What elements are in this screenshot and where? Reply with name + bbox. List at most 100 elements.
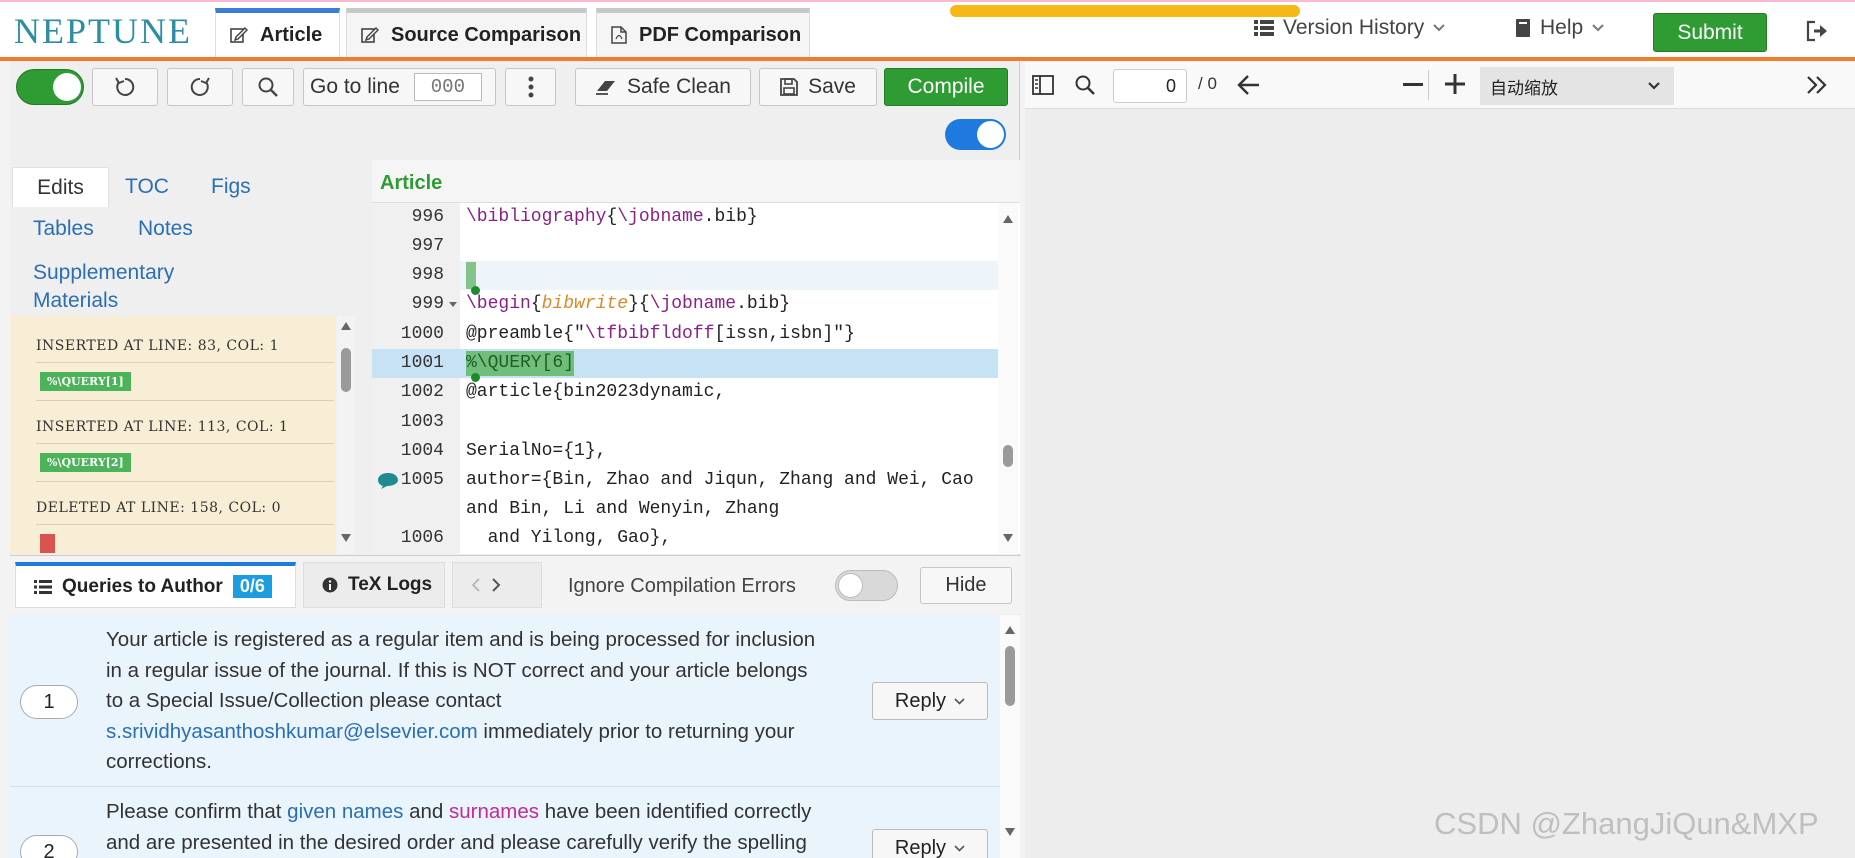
tab-supplementary-materials[interactable]: Supplementary Materials: [33, 259, 174, 315]
safe-clean-button[interactable]: Safe Clean: [575, 68, 751, 106]
arrow-left-icon[interactable]: [1237, 74, 1261, 96]
query-text: Please confirm that given names and surn…: [106, 797, 846, 858]
reply-button[interactable]: Reply: [872, 682, 988, 720]
queries-scrollbar[interactable]: [1000, 615, 1020, 858]
code-text: author={Bin, Zhao and Jiqun, Zhang and W…: [466, 470, 974, 490]
edit-item-badge[interactable]: %\QUERY[1]: [40, 372, 131, 391]
goto-line-label: Go to line: [310, 75, 400, 98]
chevron-left-icon[interactable]: [471, 577, 481, 593]
code-text: \begin{bibwrite}{\jobname.bib}: [466, 294, 791, 314]
tab-article-label: Article: [260, 23, 323, 46]
search-button[interactable]: [242, 68, 294, 106]
line-number: 1004: [400, 441, 444, 461]
redo-button[interactable]: [167, 68, 233, 106]
help-menu[interactable]: Help: [1515, 16, 1604, 40]
query-text-line: s.srividhyasanthoshkumar@elsevier.com im…: [106, 717, 846, 748]
app-logo: NEPTUNE: [14, 11, 192, 51]
hide-button[interactable]: Hide: [920, 567, 1012, 604]
sidebar-toggle-icon[interactable]: [1032, 75, 1054, 95]
line-number: 999: [411, 294, 444, 314]
code-text: @preamble{"\tfbibfldoff[issn,isbn]"}: [466, 324, 855, 344]
tab-tex-logs-label: TeX Logs: [348, 574, 433, 595]
code-line: 999 \begin{bibwrite}{\jobname.bib}: [372, 290, 998, 319]
scroll-up-icon: [341, 322, 351, 330]
logout-icon[interactable]: [1806, 20, 1830, 42]
page-number-input[interactable]: 0: [1113, 69, 1187, 103]
tab-edits[interactable]: Edits: [12, 167, 109, 207]
undo-button[interactable]: [92, 68, 158, 106]
auto-compile-toggle[interactable]: [945, 119, 1006, 150]
watermark: CSDN @ZhangJiQun&MXP: [1434, 806, 1819, 841]
edit-item-badge[interactable]: %\QUERY[2]: [40, 453, 131, 472]
tab-article[interactable]: Article: [215, 8, 340, 57]
save-button[interactable]: Save: [759, 68, 877, 106]
editor-title: Article: [380, 172, 443, 194]
scrollbar-thumb[interactable]: [341, 348, 351, 392]
tab-tex-logs[interactable]: TeX Logs: [303, 562, 445, 608]
redo-icon: [189, 76, 211, 98]
editor-header: [372, 160, 1020, 203]
fold-chevron-icon[interactable]: [449, 302, 457, 308]
scrollbar-thumb[interactable]: [1003, 445, 1013, 467]
goto-line-input[interactable]: [413, 73, 482, 101]
zoom-out-icon[interactable]: [1403, 83, 1423, 87]
contact-email-link[interactable]: s.srividhyasanthoshkumar@elsevier.com: [106, 720, 478, 743]
tab-queries-to-author[interactable]: Queries to Author 0/6: [15, 562, 296, 608]
compile-button[interactable]: Compile: [884, 68, 1008, 106]
tab-figs[interactable]: Figs: [211, 175, 251, 199]
edits-scrollbar[interactable]: [337, 316, 355, 554]
editor-scrollbar[interactable]: [998, 203, 1018, 554]
tab-source-comparison-label: Source Comparison: [391, 23, 582, 46]
query-text-fragment: immediately prior to returning your: [477, 719, 795, 743]
search-icon: [257, 76, 279, 98]
line-number: 1002: [400, 382, 444, 402]
tab-pdf-comparison-label: PDF Comparison: [639, 23, 802, 46]
tab-source-comparison[interactable]: Source Comparison: [346, 8, 587, 57]
tab-toc[interactable]: TOC: [125, 175, 169, 199]
tab-pdf-comparison[interactable]: PDF Comparison: [596, 8, 810, 57]
toolbar-separator: [1428, 70, 1429, 100]
more-options-button[interactable]: [505, 68, 556, 106]
code-text: @article{bin2023dynamic,: [466, 382, 726, 402]
tab-overflow[interactable]: [452, 562, 542, 608]
code-line: 998: [372, 261, 998, 290]
edit-item-text: INSERTED AT LINE: 113, COL: 1: [36, 419, 289, 435]
double-chevron-right-icon[interactable]: [1806, 75, 1828, 95]
query-number: 2: [20, 835, 78, 858]
chevron-right-icon[interactable]: [491, 577, 501, 593]
code-text: \bibliography{\jobname.bib}: [466, 207, 758, 227]
tab-notes[interactable]: Notes: [138, 217, 193, 241]
submit-button[interactable]: Submit: [1653, 13, 1767, 52]
query-number: 1: [20, 685, 78, 719]
query-item: 1 Your article is registered as a regula…: [10, 615, 1000, 787]
code-line: 1000 @preamble{"\tfbibfldoff[issn,isbn]"…: [372, 320, 998, 349]
reply-button[interactable]: Reply: [872, 829, 988, 858]
scroll-down-icon: [1003, 534, 1013, 542]
zoom-in-icon[interactable]: [1445, 74, 1465, 94]
search-icon[interactable]: [1074, 74, 1096, 96]
scroll-up-icon: [1003, 215, 1013, 223]
tab-queries-label: Queries to Author: [62, 575, 223, 597]
edit-divider: [36, 524, 334, 525]
ignore-errors-toggle[interactable]: [835, 570, 898, 601]
line-number: 1000: [400, 324, 444, 344]
queries-count-badge: 0/6: [232, 575, 272, 598]
vertical-dots-icon: [528, 76, 534, 98]
reply-label: Reply: [894, 689, 947, 712]
line-number: 996: [411, 207, 444, 227]
code-line: 1005 author={Bin, Zhao and Jiqun, Zhang …: [372, 466, 998, 495]
compile-progress-bar: [950, 5, 1300, 17]
zoom-select[interactable]: 自动缩放: [1480, 67, 1674, 105]
toggle-knob: [838, 573, 863, 598]
track-changes-toggle[interactable]: [16, 69, 84, 105]
tab-tables[interactable]: Tables: [33, 217, 94, 241]
eraser-icon: [595, 79, 617, 95]
scrollbar-thumb[interactable]: [1005, 646, 1015, 706]
scroll-down-icon: [341, 534, 351, 542]
code-text: and Bin, Li and Wenyin, Zhang: [466, 499, 780, 519]
version-history-menu[interactable]: Version History: [1254, 16, 1445, 40]
queries-list: 1 Your article is registered as a regula…: [10, 615, 1000, 858]
toggle-knob: [53, 73, 81, 101]
code-text: and Yilong, Gao},: [466, 528, 672, 548]
deleted-marker[interactable]: [40, 534, 55, 553]
